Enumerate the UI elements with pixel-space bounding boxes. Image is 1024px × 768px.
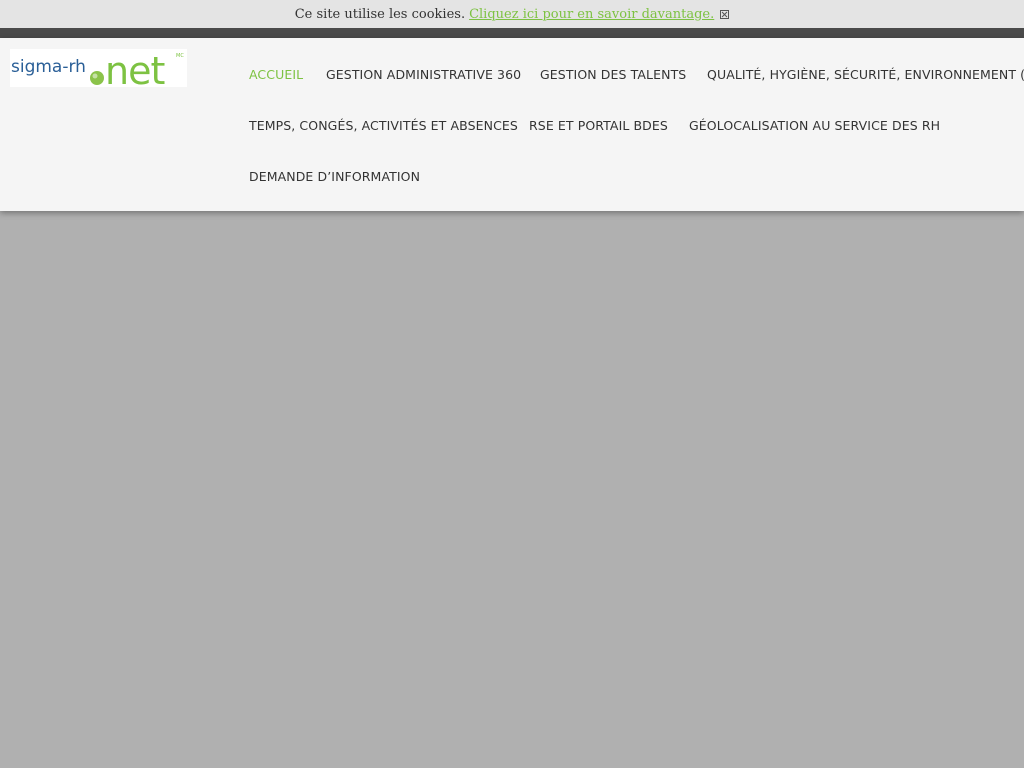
- nav-item-demande-information[interactable]: DEMANDE D’INFORMATION: [249, 169, 420, 184]
- nav-item-gestion-talents[interactable]: GESTION DES TALENTS: [540, 67, 686, 82]
- site-logo[interactable]: sigma-rh net MC: [10, 49, 187, 87]
- nav-item-rse-bdes[interactable]: RSE ET PORTAIL BDES: [529, 118, 668, 133]
- logo-mark-text: MC: [176, 53, 184, 59]
- logo-graphic: sigma-rh net MC: [11, 49, 184, 87]
- nav-item-qhse[interactable]: QUALITÉ, HYGIÈNE, SÉCURITÉ, ENVIRONNEMEN…: [707, 67, 1024, 82]
- close-icon[interactable]: [720, 9, 730, 19]
- nav-item-accueil[interactable]: ACCUEIL: [249, 67, 303, 82]
- cookie-learn-more-link[interactable]: Cliquez ici pour en savoir davantage.: [469, 7, 714, 22]
- nav-item-temps-conges[interactable]: TEMPS, CONGÉS, ACTIVITÉS ET ABSENCES: [249, 118, 518, 133]
- nav-item-gestion-administrative[interactable]: GESTION ADMINISTRATIVE 360: [326, 67, 521, 82]
- cookie-message: Ce site utilise les cookies.: [294, 6, 466, 22]
- logo-net-text: net: [105, 49, 164, 87]
- nav-item-geolocalisation[interactable]: GÉOLOCALISATION AU SERVICE DES RH: [689, 118, 940, 133]
- logo-ball-icon: [90, 71, 104, 85]
- top-strip: [0, 28, 1024, 38]
- logo-sigma-text: sigma-rh: [11, 57, 86, 77]
- cookie-banner: Ce site utilise les cookies. Cliquez ici…: [0, 0, 1024, 28]
- site-header: sigma-rh net MC ACCUEIL GESTION ADMINIST…: [0, 38, 1024, 211]
- logo-ball-highlight: [92, 73, 98, 79]
